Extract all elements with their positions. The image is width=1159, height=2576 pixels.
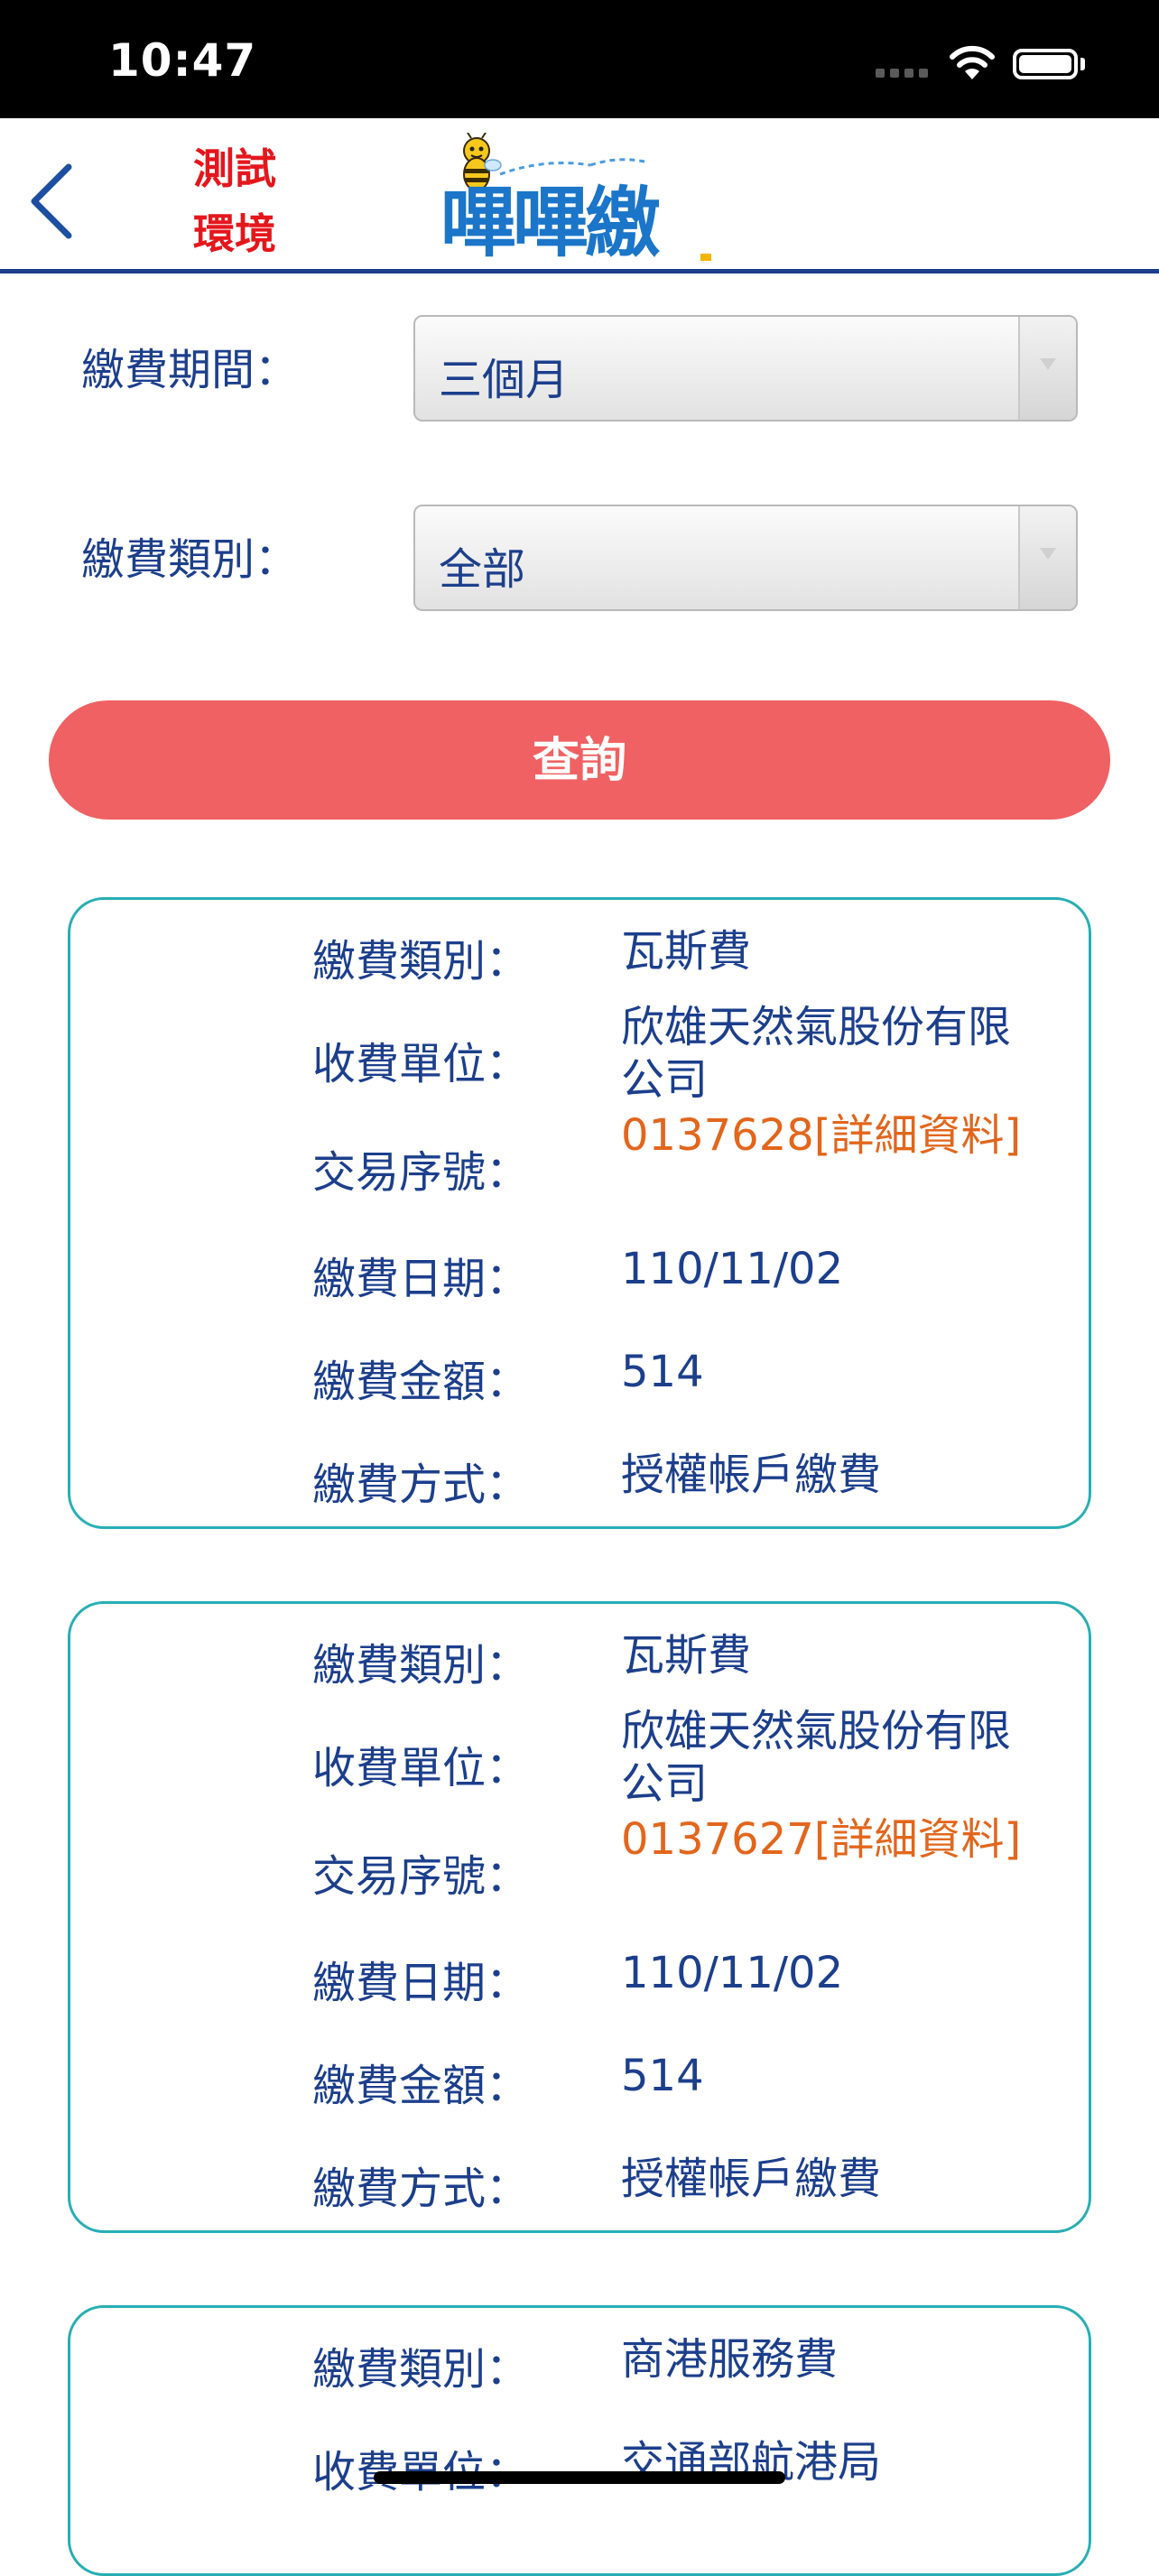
app-logo: 嗶嗶繳: [437, 133, 726, 267]
row-label: 繳費方式：: [312, 2164, 530, 2214]
payment-record-card: 繳費類別： 瓦斯費 收費單位： 欣雄天然氣股份有限公司 交易序號： 013762…: [68, 1601, 1091, 2233]
row-value: 欣雄天然氣股份有限公司: [621, 1706, 1012, 1809]
type-select-value: 全部: [439, 544, 526, 595]
status-bar: 10:47: [0, 0, 1159, 118]
row-label: 收費單位：: [312, 1743, 530, 1793]
row-value: 瓦斯費: [621, 926, 752, 977]
chevron-left-icon: [31, 163, 72, 239]
row-label: 繳費日期：: [312, 1254, 530, 1304]
row-label: 交易序號：: [312, 1851, 530, 1902]
row-value: 110/11/02: [621, 1244, 844, 1294]
period-select-value: 三個月: [439, 355, 570, 405]
query-button[interactable]: 查詢: [49, 700, 1110, 820]
logo-text: 嗶嗶繳: [440, 179, 661, 267]
row-value: 瓦斯費: [621, 1630, 752, 1681]
serial-number: 0137628: [621, 1110, 814, 1161]
detail-link-text: [詳細資料]: [813, 1814, 1022, 1865]
cellular-signal-icon: [876, 65, 933, 78]
detail-link-text: [詳細資料]: [813, 1110, 1022, 1161]
row-label: 繳費方式：: [312, 1459, 530, 1510]
row-value: 授權帳戶繳費: [621, 1450, 882, 1500]
period-label: 繳費期間：: [81, 345, 299, 395]
row-label: 繳費類別：: [312, 2344, 530, 2395]
row-label: 收費單位：: [312, 2436, 529, 2499]
row-label: 交易序號：: [312, 1147, 530, 1198]
payment-record-card: 繳費類別： 瓦斯費 收費單位： 欣雄天然氣股份有限公司 交易序號： 013762…: [68, 897, 1091, 1529]
detail-link[interactable]: 0137627[詳細資料]: [621, 1813, 1036, 1866]
serial-number: 0137627: [621, 1814, 814, 1865]
env-label-line2: 環境: [193, 209, 276, 258]
home-indicator[interactable]: [374, 2471, 785, 2484]
environment-label: 測試 環境: [193, 136, 301, 266]
row-value: 授權帳戶繳費: [621, 2154, 882, 2204]
env-label-line1: 測試: [193, 144, 276, 193]
row-label: 收費單位：: [312, 1039, 530, 1089]
type-select[interactable]: 全部: [413, 505, 1078, 611]
chevron-down-icon: [1018, 506, 1076, 609]
status-time: 10:47: [108, 34, 257, 87]
row-value: 欣雄天然氣股份有限公司: [621, 1002, 1012, 1105]
row-value: 商港服務費: [621, 2334, 839, 2385]
row-value: 514: [621, 2051, 704, 2101]
row-label: 繳費類別：: [312, 1640, 530, 1691]
row-label: 繳費金額：: [312, 2061, 530, 2111]
battery-icon: [1013, 49, 1078, 79]
battery-cap: [1080, 58, 1085, 70]
chevron-down-icon: [1018, 317, 1076, 420]
logo-accent: [700, 254, 711, 261]
period-select[interactable]: 三個月: [413, 315, 1078, 422]
row-value: 514: [621, 1347, 704, 1397]
row-label: 繳費日期：: [312, 1958, 530, 2008]
detail-link[interactable]: 0137628[詳細資料]: [621, 1109, 1036, 1162]
wifi-icon: [950, 45, 995, 79]
payment-record-card: 繳費類別： 商港服務費 收費單位： 交通部航港局: [68, 2305, 1091, 2576]
row-value: 110/11/02: [621, 1948, 844, 1998]
app-header: 測試 環境 嗶嗶繳: [0, 118, 1159, 273]
back-button[interactable]: [20, 156, 83, 246]
row-label: 繳費類別：: [312, 936, 530, 987]
type-label: 繳費類別：: [81, 534, 299, 585]
row-label: 繳費金額：: [312, 1357, 530, 1407]
